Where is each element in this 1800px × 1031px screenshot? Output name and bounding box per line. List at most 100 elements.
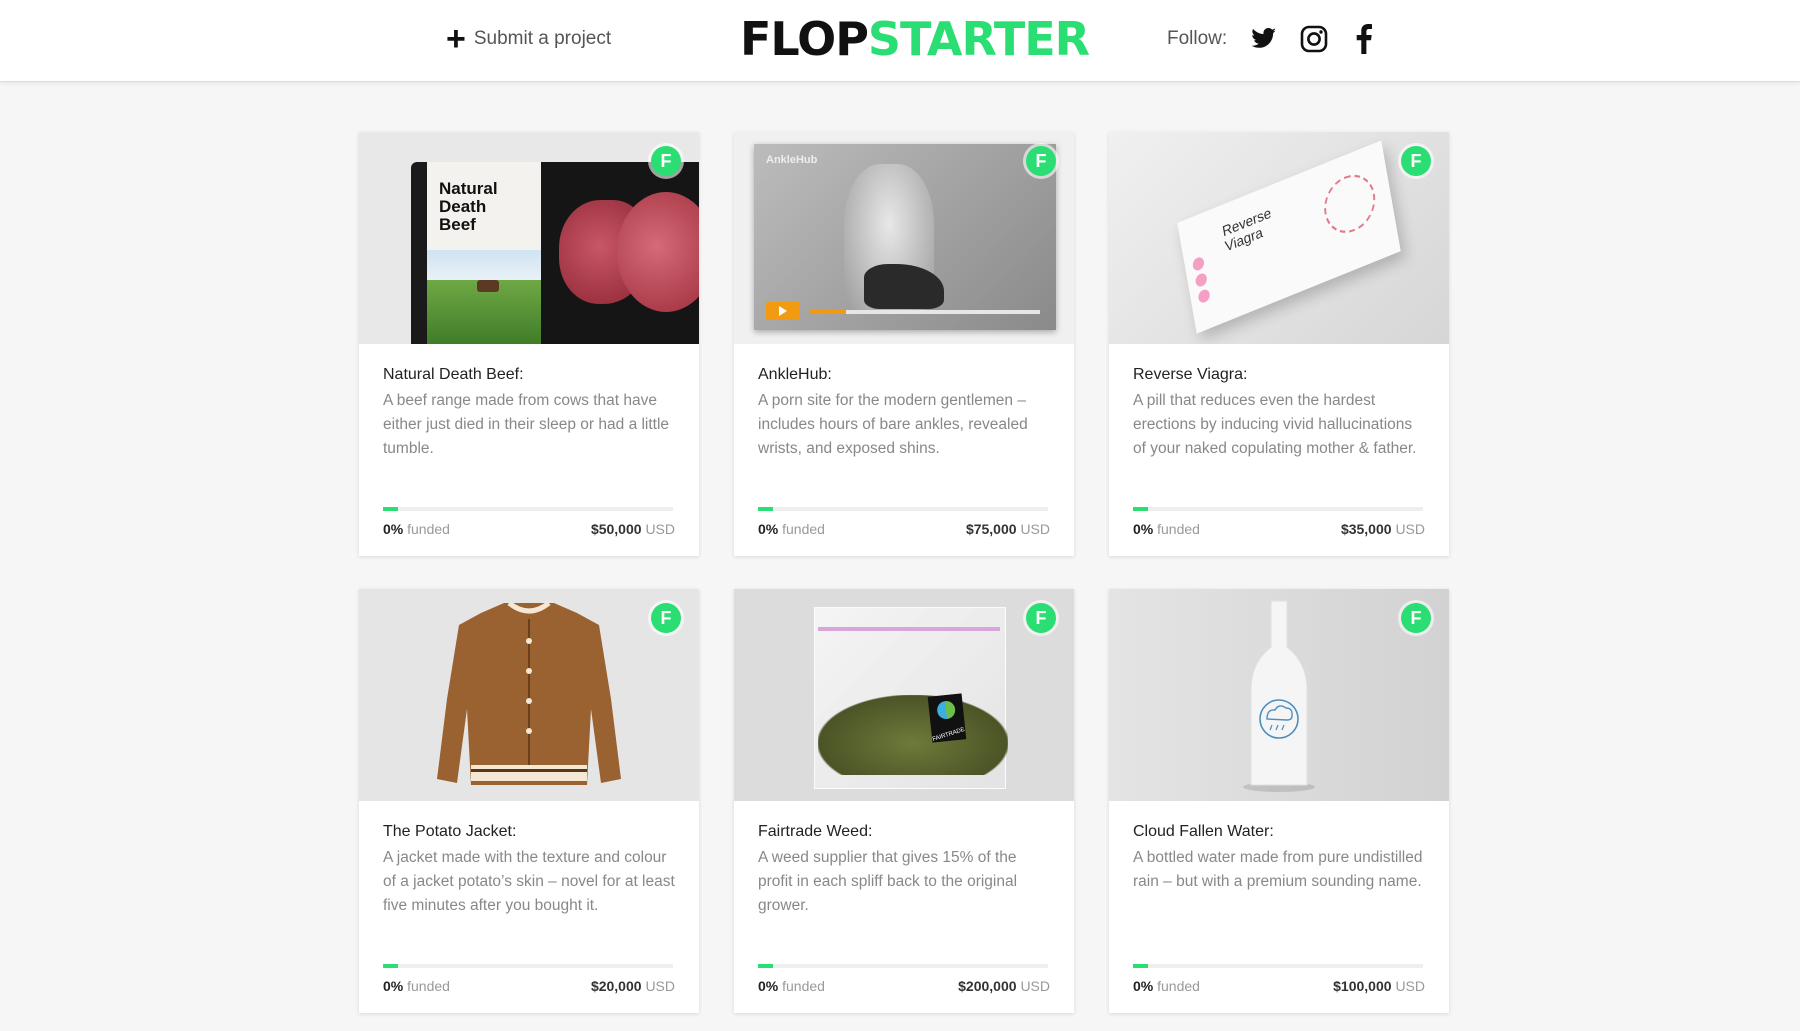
box-label: Reverse Viagra [1221, 203, 1273, 255]
funding-progress-fill [383, 964, 398, 968]
goal-stat: $75,000 USD [966, 521, 1050, 537]
goal-currency: USD [1395, 978, 1425, 994]
project-description: A beef range made from cows that have ei… [383, 392, 670, 457]
project-description: A bottled water made from pure undistill… [1133, 849, 1423, 890]
funding-stats: 0% funded $75,000 USD [758, 521, 1050, 537]
project-title: Cloud Fallen Water: [1133, 823, 1274, 840]
project-grid: Natural Death Beef F Natural Death Beef:… [359, 132, 1449, 1013]
funded-stat: 0% funded [1133, 521, 1200, 537]
goal-amount: $20,000 [590, 978, 642, 994]
project-card[interactable]: AnkleHub F AnkleHub: A porn site for the… [734, 132, 1074, 556]
project-title: AnkleHub: [758, 366, 832, 383]
funded-stat: 0% funded [1133, 978, 1200, 994]
funded-label: funded [407, 521, 450, 537]
goal-amount: $50,000 [590, 521, 642, 537]
project-card[interactable]: FAIRTRADE F Fairtrade Weed: A weed suppl… [734, 589, 1074, 1013]
funding-progress-fill [1133, 964, 1148, 968]
funding-progress-fill [1133, 507, 1148, 511]
project-image-anklehub: AnkleHub F [734, 132, 1074, 344]
project-description: A pill that reduces even the hardest ere… [1133, 392, 1417, 457]
twitter-icon[interactable] [1249, 24, 1279, 54]
flopstarter-badge-icon: F [1026, 603, 1056, 633]
funded-stat: 0% funded [383, 978, 450, 994]
flopstarter-badge-icon: F [1401, 146, 1431, 176]
project-image-cloud-fallen-water: F [1109, 589, 1449, 801]
bottle-illustration [1243, 600, 1315, 792]
funded-percent: 0% [758, 978, 779, 994]
project-title: Fairtrade Weed: [758, 823, 873, 840]
jacket-illustration [437, 600, 621, 785]
funding-progress-bar [758, 507, 1048, 511]
goal-currency: USD [645, 521, 675, 537]
goal-stat: $50,000 USD [591, 521, 675, 537]
funded-stat: 0% funded [383, 521, 450, 537]
goal-currency: USD [1020, 521, 1050, 537]
funded-stat: 0% funded [758, 978, 825, 994]
top-header: + Submit a project FLOPSTARTER Follow: [0, 0, 1800, 82]
funding-progress-bar [758, 964, 1048, 968]
flopstarter-badge-icon: F [1026, 146, 1056, 176]
funding-progress-fill [383, 507, 398, 511]
project-card[interactable]: Natural Death Beef F Natural Death Beef:… [359, 132, 699, 556]
funding-progress-fill [758, 964, 773, 968]
funding-stats: 0% funded $35,000 USD [1133, 521, 1425, 537]
goal-amount: $200,000 [958, 978, 1017, 994]
video-logo: AnkleHub [766, 154, 818, 166]
funding-progress-bar [1133, 964, 1423, 968]
goal-currency: USD [1020, 978, 1050, 994]
funded-label: funded [1157, 521, 1200, 537]
project-image-fairtrade-weed: FAIRTRADE F [734, 589, 1074, 801]
goal-amount: $75,000 [965, 521, 1017, 537]
project-card[interactable]: F The Potato Jacket: A jacket made with … [359, 589, 699, 1013]
flopstarter-badge-icon: F [651, 146, 681, 176]
funding-stats: 0% funded $20,000 USD [383, 978, 675, 994]
funded-percent: 0% [383, 978, 404, 994]
funding-stats: 0% funded $200,000 USD [758, 978, 1050, 994]
project-image-reverse-viagra: Reverse Viagra F [1109, 132, 1449, 344]
play-icon[interactable] [766, 302, 800, 320]
flopstarter-logo[interactable]: FLOPSTARTER [740, 12, 1090, 66]
goal-stat: $200,000 USD [958, 978, 1050, 994]
funded-percent: 0% [1133, 978, 1154, 994]
goal-stat: $100,000 USD [1333, 978, 1425, 994]
funding-progress-fill [758, 507, 773, 511]
project-image-natural-death-beef: Natural Death Beef F [359, 132, 699, 344]
goal-currency: USD [1395, 521, 1425, 537]
project-description: A jacket made with the texture and colou… [383, 849, 675, 914]
funded-percent: 0% [1133, 521, 1154, 537]
project-image-potato-jacket: F [359, 589, 699, 801]
follow-label: Follow: [1167, 28, 1228, 49]
logo-part-flop: FLOP [740, 12, 869, 66]
project-card[interactable]: F Cloud Fallen Water: A bottled water ma… [1109, 589, 1449, 1013]
goal-currency: USD [645, 978, 675, 994]
flopstarter-badge-icon: F [1401, 603, 1431, 633]
goal-stat: $35,000 USD [1341, 521, 1425, 537]
goal-stat: $20,000 USD [591, 978, 675, 994]
funded-label: funded [1157, 978, 1200, 994]
follow-links: Follow: [1167, 24, 1389, 54]
funded-percent: 0% [758, 521, 779, 537]
funding-progress-bar [1133, 507, 1423, 511]
funding-stats: 0% funded $50,000 USD [383, 521, 675, 537]
goal-amount: $100,000 [1333, 978, 1392, 994]
funded-label: funded [782, 978, 825, 994]
funded-label: funded [407, 978, 450, 994]
flopstarter-badge-icon: F [651, 603, 681, 633]
instagram-icon[interactable] [1299, 24, 1329, 54]
project-title: Natural Death Beef: [383, 366, 524, 383]
submit-project-link[interactable]: + Submit a project [446, 22, 611, 56]
funding-stats: 0% funded $100,000 USD [1133, 978, 1425, 994]
plus-icon: + [446, 20, 466, 58]
package-label: Natural Death Beef [439, 179, 498, 234]
funding-progress-bar [383, 507, 673, 511]
funded-percent: 0% [383, 521, 404, 537]
project-card[interactable]: Reverse Viagra F Reverse Viagra: A pill … [1109, 132, 1449, 556]
project-description: A weed supplier that gives 15% of the pr… [758, 849, 1018, 914]
project-description: A porn site for the modern gentlemen – i… [758, 392, 1028, 457]
goal-amount: $35,000 [1340, 521, 1392, 537]
facebook-icon[interactable] [1349, 24, 1379, 54]
project-title: Reverse Viagra: [1133, 366, 1248, 383]
funding-progress-bar [383, 964, 673, 968]
project-title: The Potato Jacket: [383, 823, 517, 840]
video-seek-bar[interactable] [810, 310, 1040, 314]
